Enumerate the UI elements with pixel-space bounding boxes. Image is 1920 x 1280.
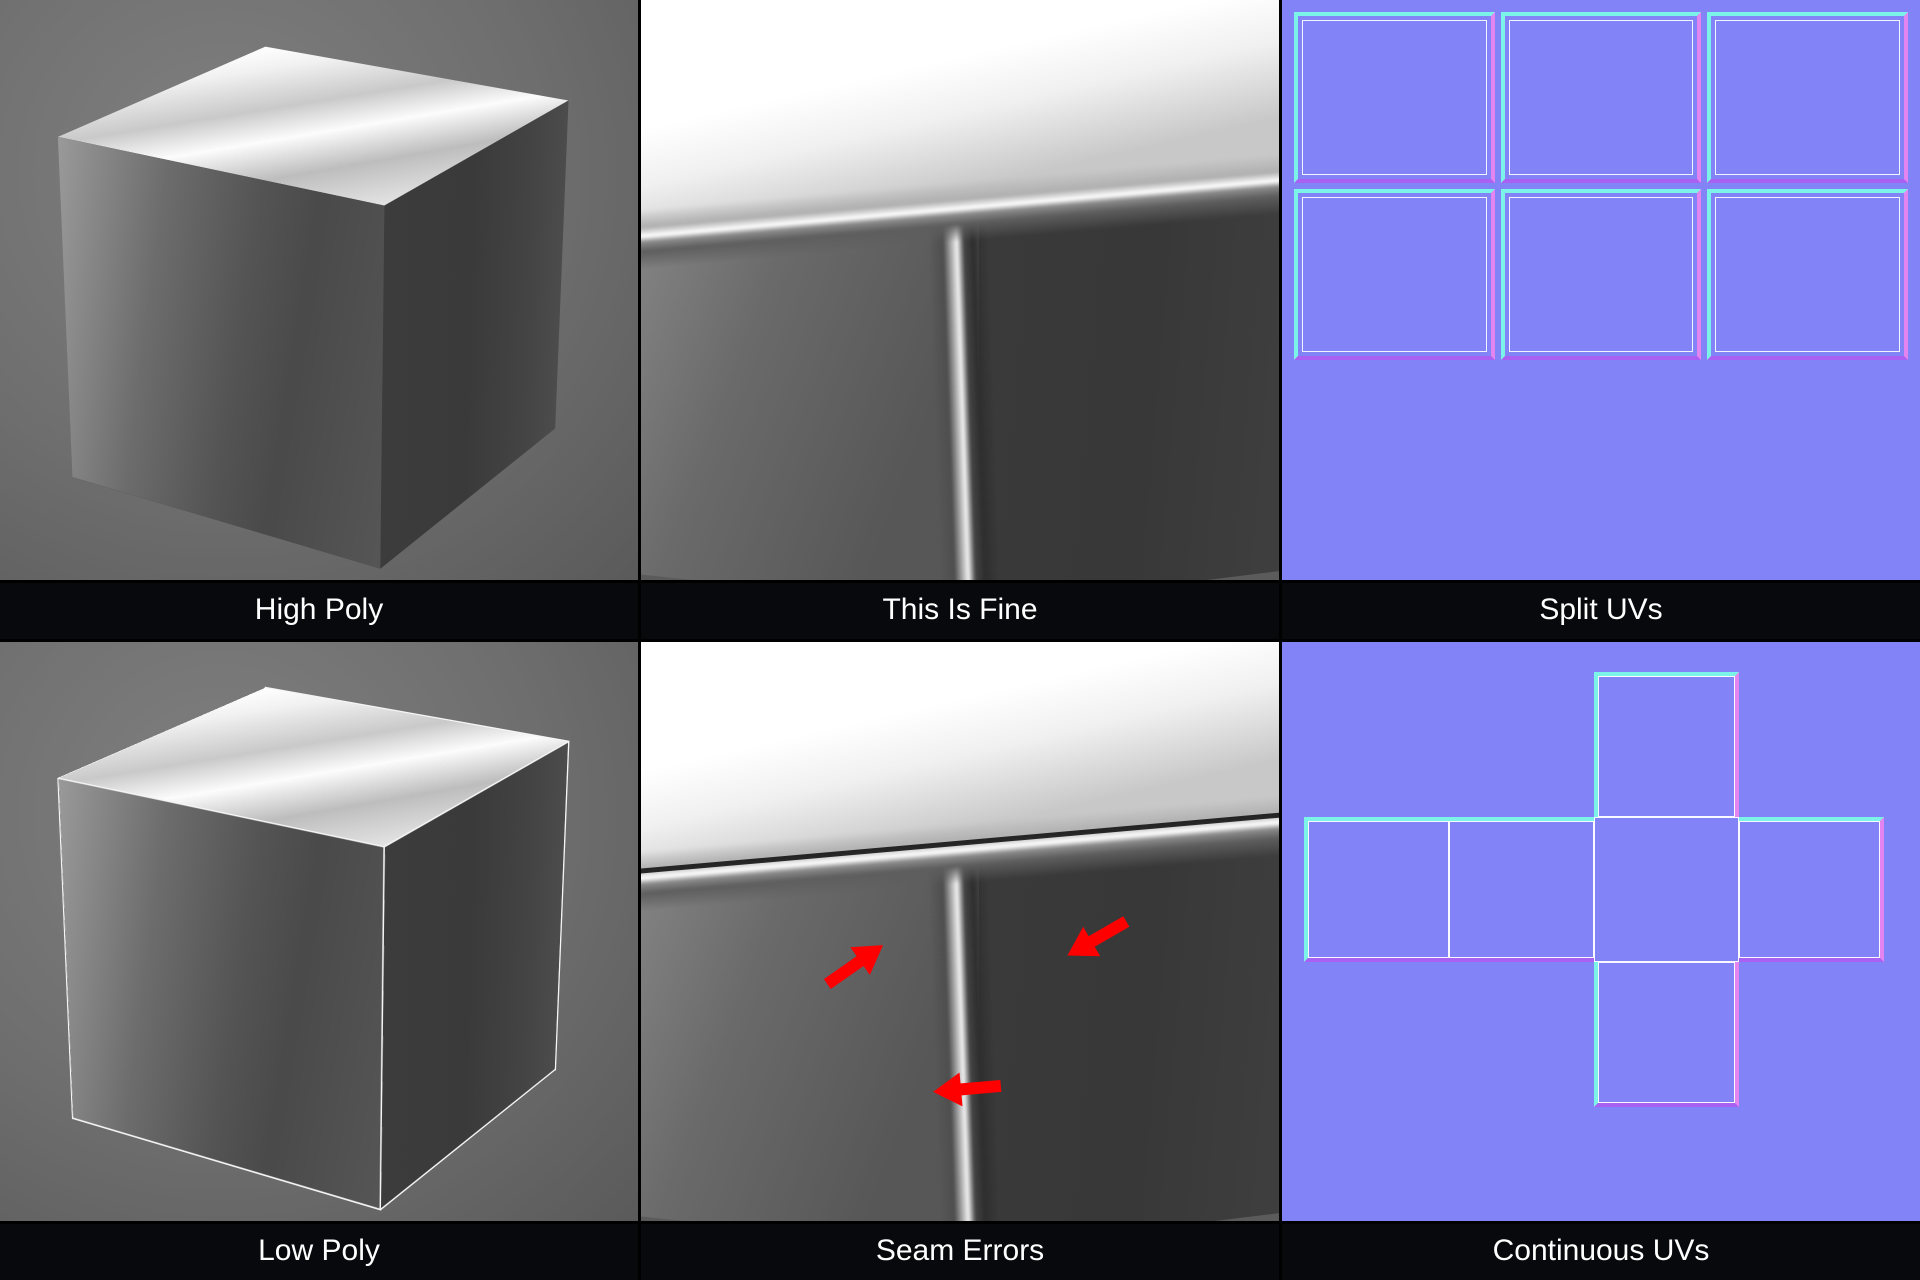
caption-this-is-fine: This Is Fine (641, 583, 1279, 639)
panel-seam-errors (641, 642, 1279, 1222)
caption-seam-errors: Seam Errors (641, 1224, 1279, 1280)
uv-island (1294, 12, 1495, 183)
uv-cross-unwrap (1304, 672, 1884, 1107)
caption-low-poly: Low Poly (0, 1224, 638, 1280)
uv-face (1594, 962, 1739, 1107)
uv-island (1707, 189, 1908, 360)
panel-this-is-fine (641, 0, 1279, 580)
cube-render-wireframe (39, 686, 599, 1176)
uv-face (1594, 672, 1739, 817)
uv-face (1739, 817, 1884, 962)
caption-split-uvs: Split UVs (1282, 583, 1920, 639)
uv-islands-grid (1294, 12, 1908, 360)
caption-high-poly: High Poly (0, 583, 638, 639)
cube-render (39, 45, 599, 535)
caption-continuous-uvs: Continuous UVs (1282, 1224, 1920, 1280)
panel-low-poly (0, 642, 638, 1222)
uv-island (1501, 12, 1702, 183)
uv-island (1707, 12, 1908, 183)
panel-high-poly (0, 0, 638, 580)
uv-face (1594, 817, 1739, 962)
uv-island (1294, 189, 1495, 360)
comparison-grid: High Poly This Is Fine Split UVs (0, 0, 1920, 1280)
uv-island (1501, 189, 1702, 360)
arrow-icon (930, 1069, 1003, 1109)
panel-split-uvs (1282, 0, 1920, 580)
uv-face (1449, 817, 1594, 962)
uv-face (1304, 817, 1449, 962)
panel-continuous-uvs (1282, 642, 1920, 1222)
